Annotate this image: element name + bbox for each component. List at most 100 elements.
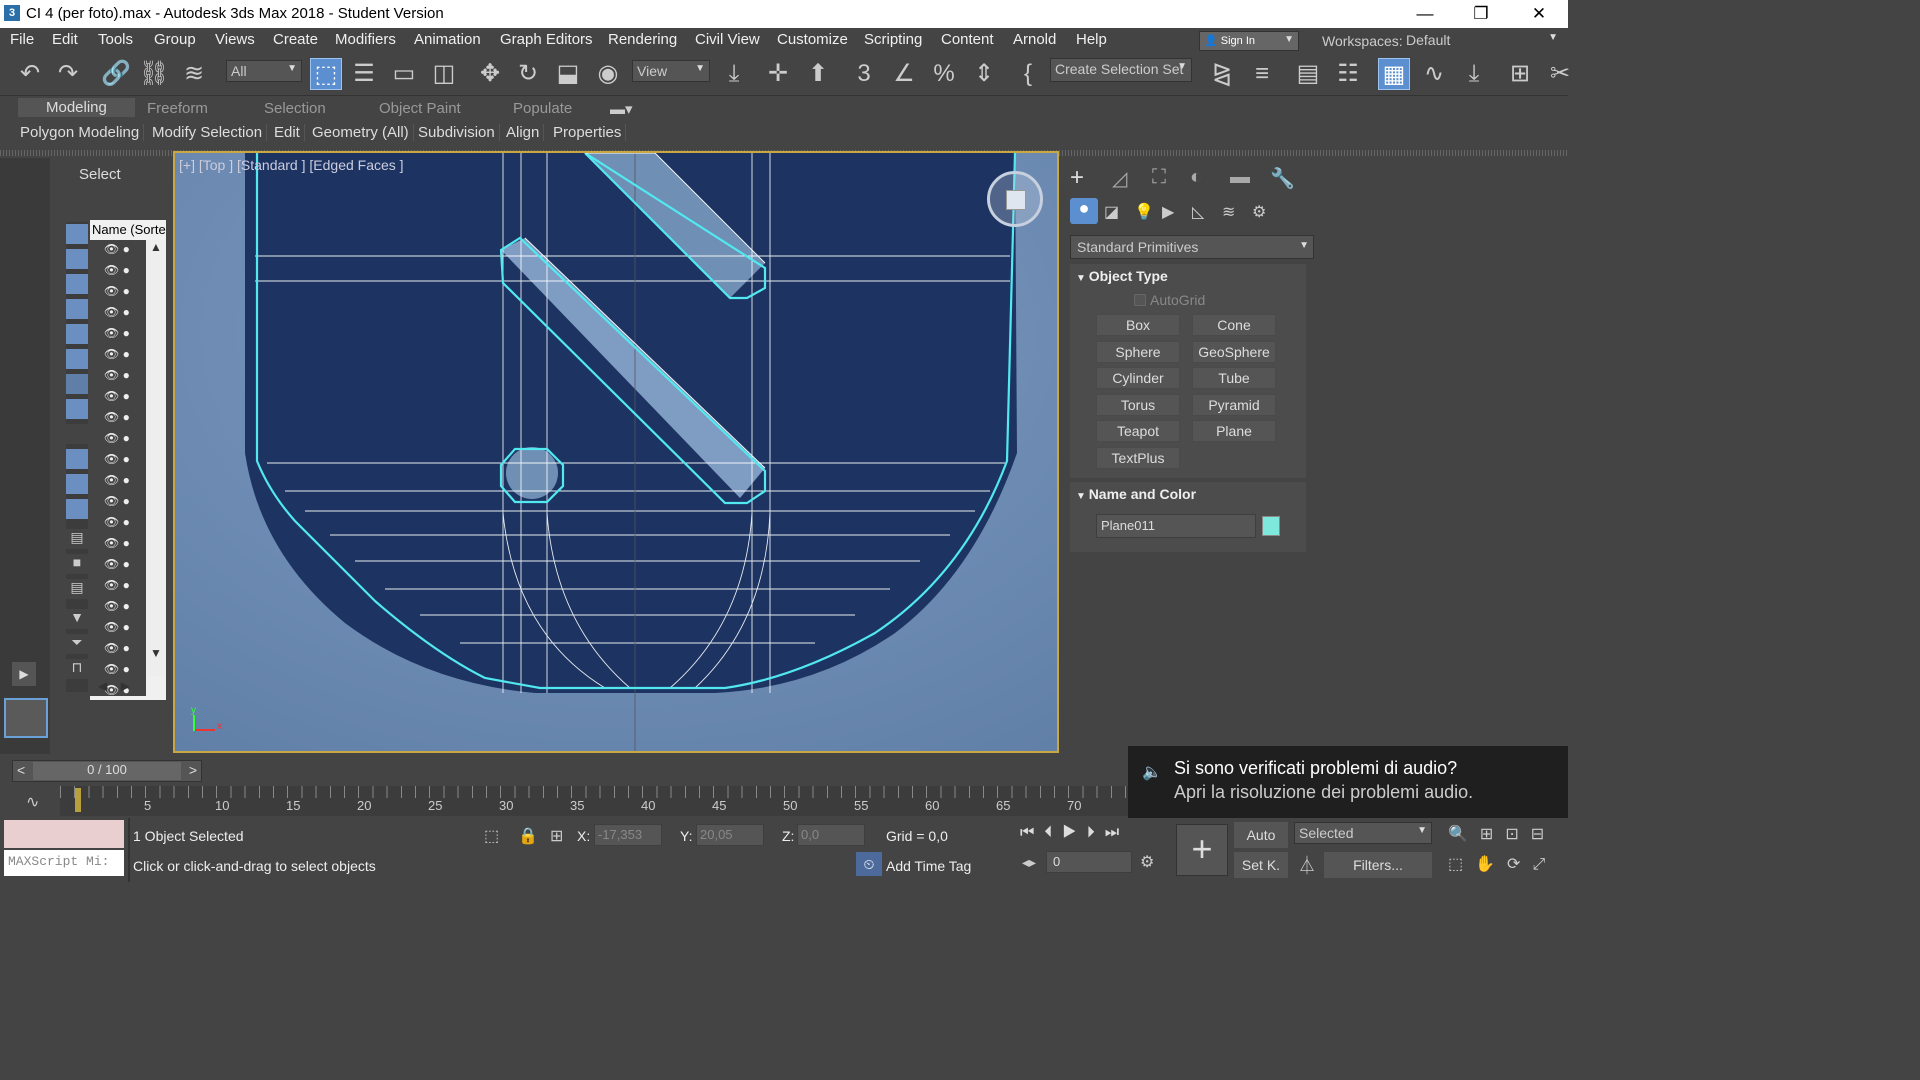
- material-editor-icon[interactable]: ⊞: [1504, 58, 1536, 90]
- visibility-eye-icon[interactable]: 👁: [104, 347, 119, 361]
- visibility-eye-icon[interactable]: 👁: [104, 389, 119, 403]
- maxscript-listener-top[interactable]: [4, 820, 124, 848]
- tab-modeling[interactable]: Modeling: [18, 98, 135, 117]
- bones-filter-icon[interactable]: [66, 424, 88, 444]
- shapes-category-icon[interactable]: ◪: [1104, 202, 1119, 222]
- redo-icon[interactable]: ↷: [52, 58, 84, 90]
- snaps-toggle-icon[interactable]: 3: [848, 58, 880, 90]
- window-crossing-icon[interactable]: ◫: [428, 58, 460, 90]
- invert-display-icon[interactable]: ▤: [66, 579, 88, 599]
- visibility-eye-icon[interactable]: 👁: [104, 263, 119, 277]
- menu-customize[interactable]: Customize: [777, 31, 848, 48]
- pivot-center-icon[interactable]: ⤓: [718, 58, 750, 90]
- teapot-button[interactable]: Teapot: [1096, 420, 1180, 442]
- name-column-header[interactable]: Name (Sorte: [92, 222, 166, 237]
- geometry-category-icon[interactable]: ●: [1070, 198, 1098, 224]
- visibility-eye-icon[interactable]: 👁: [104, 305, 119, 319]
- select-by-name-icon[interactable]: ☰: [348, 58, 380, 90]
- isolate-selection-icon[interactable]: ⬚: [484, 826, 499, 846]
- lights-category-icon[interactable]: 💡: [1134, 202, 1154, 222]
- time-slider-prev-icon[interactable]: <: [17, 762, 25, 778]
- scene-row[interactable]: 👁 ●: [90, 492, 146, 513]
- lights-filter-icon[interactable]: [66, 274, 88, 294]
- zoom-icon[interactable]: 🔍: [1448, 826, 1480, 843]
- key-tangent-icon[interactable]: ⏃: [1298, 852, 1316, 878]
- viewport-edged-faces-menu[interactable]: [Edged Faces ]: [309, 157, 403, 173]
- motion-tab-icon[interactable]: ◐: [1190, 166, 1202, 189]
- close-button[interactable]: ✕: [1516, 2, 1562, 26]
- visibility-eye-icon[interactable]: 👁: [104, 557, 119, 571]
- create-tab-icon[interactable]: +: [1070, 164, 1084, 192]
- panel-geometry-all[interactable]: Geometry (All): [308, 124, 414, 141]
- scene-row[interactable]: 👁 ●: [90, 534, 146, 555]
- visibility-eye-icon[interactable]: 👁: [104, 599, 119, 613]
- scale-icon[interactable]: ⬓: [552, 58, 584, 90]
- zoom-extents-all-icon[interactable]: ⊟: [1531, 826, 1556, 843]
- menu-rendering[interactable]: Rendering: [608, 31, 677, 48]
- panel-polygon-modeling[interactable]: Polygon Modeling: [16, 124, 145, 141]
- time-slider[interactable]: < 0 / 100 >: [12, 760, 202, 782]
- lock-icon[interactable]: 🔒: [518, 826, 538, 846]
- zoom-all-icon[interactable]: ⊞: [1480, 826, 1505, 843]
- time-config-icon[interactable]: ⚙: [1140, 852, 1154, 872]
- layer-explorer-icon[interactable]: ☷: [1332, 58, 1364, 90]
- layer-toggle-icon[interactable]: ⊓: [66, 659, 88, 679]
- cameras-filter-icon[interactable]: [66, 299, 88, 319]
- toggle-ribbon-icon[interactable]: ▦: [1378, 58, 1410, 90]
- scene-row[interactable]: 👁 ●: [90, 366, 146, 387]
- tab-selection[interactable]: Selection: [264, 100, 326, 117]
- display-all-icon[interactable]: ▤: [66, 529, 88, 549]
- menu-views[interactable]: Views: [215, 31, 255, 48]
- pan-icon[interactable]: ✋: [1475, 856, 1507, 873]
- tube-button[interactable]: Tube: [1192, 367, 1276, 389]
- move-icon[interactable]: ✥: [474, 58, 506, 90]
- panel-align[interactable]: Align: [502, 124, 545, 141]
- scene-row[interactable]: 👁 ●: [90, 513, 146, 534]
- modify-tab-icon[interactable]: ◿: [1112, 166, 1127, 191]
- object-name-field[interactable]: Plane011: [1096, 514, 1256, 538]
- audio-troubleshoot-notification[interactable]: 🔈 Si sono verificati problemi di audio? …: [1128, 746, 1568, 818]
- autogrid-checkbox[interactable]: [1134, 294, 1146, 306]
- visibility-eye-icon[interactable]: 👁: [104, 494, 119, 508]
- restore-button[interactable]: ❐: [1458, 2, 1504, 26]
- visibility-eye-icon[interactable]: 👁: [104, 662, 119, 676]
- viewport-plus-menu[interactable]: [+]: [179, 157, 195, 173]
- visibility-eye-icon[interactable]: 👁: [104, 620, 119, 634]
- zoom-extents-icon[interactable]: ⊡: [1505, 826, 1530, 843]
- spinner-snap-icon[interactable]: ⇕: [968, 58, 1000, 90]
- bind-spacewarp-icon[interactable]: ≋: [178, 58, 210, 90]
- named-selection-dropdown[interactable]: Create Selection Set ▼: [1050, 58, 1192, 82]
- hierarchy-tab-icon[interactable]: ⛶: [1152, 166, 1166, 189]
- tab-object-paint[interactable]: Object Paint: [379, 100, 461, 117]
- placement-icon[interactable]: ◉: [592, 58, 624, 90]
- viewport-pov-menu[interactable]: [Top ]: [199, 157, 233, 173]
- y-coordinate-field[interactable]: 20,05: [696, 824, 764, 846]
- set-key-button[interactable]: Set K.: [1234, 852, 1288, 878]
- geometry-filter-icon[interactable]: [66, 224, 88, 244]
- visibility-eye-icon[interactable]: 👁: [104, 578, 119, 592]
- zoom-region-icon[interactable]: ⬚: [1448, 856, 1475, 873]
- spacewarps-filter-icon[interactable]: [66, 349, 88, 369]
- systems-category-icon[interactable]: ⚙: [1252, 202, 1266, 222]
- filter-icon[interactable]: ▼: [66, 609, 88, 629]
- menu-tools[interactable]: Tools: [98, 31, 133, 48]
- textplus-button[interactable]: TextPlus: [1096, 447, 1180, 469]
- shapes-filter-icon[interactable]: [66, 249, 88, 269]
- scene-select-label[interactable]: Select: [79, 166, 121, 183]
- previous-frame-icon[interactable]: ⏴: [1044, 824, 1062, 841]
- go-to-start-icon[interactable]: ⏮: [1020, 824, 1044, 841]
- visibility-eye-icon[interactable]: 👁: [104, 641, 119, 655]
- xrefs-filter-icon[interactable]: [66, 399, 88, 419]
- scene-row[interactable]: 👁 ●: [90, 555, 146, 576]
- scene-row[interactable]: 👁 ●: [90, 429, 146, 450]
- display-none-icon[interactable]: ■: [66, 554, 88, 574]
- visibility-eye-icon[interactable]: 👁: [104, 326, 119, 340]
- tab-freeform[interactable]: Freeform: [147, 100, 208, 117]
- utilities-tab-icon[interactable]: 🔧: [1270, 166, 1295, 191]
- go-to-end-icon[interactable]: ⏭: [1105, 824, 1129, 841]
- helpers-filter-icon[interactable]: [66, 324, 88, 344]
- cameras-category-icon[interactable]: ▶: [1162, 202, 1174, 222]
- key-mode-icon[interactable]: ◂▸: [1022, 854, 1036, 871]
- maximize-viewport-icon[interactable]: ⤢: [1532, 856, 1557, 873]
- visibility-eye-icon[interactable]: 👁: [104, 536, 119, 550]
